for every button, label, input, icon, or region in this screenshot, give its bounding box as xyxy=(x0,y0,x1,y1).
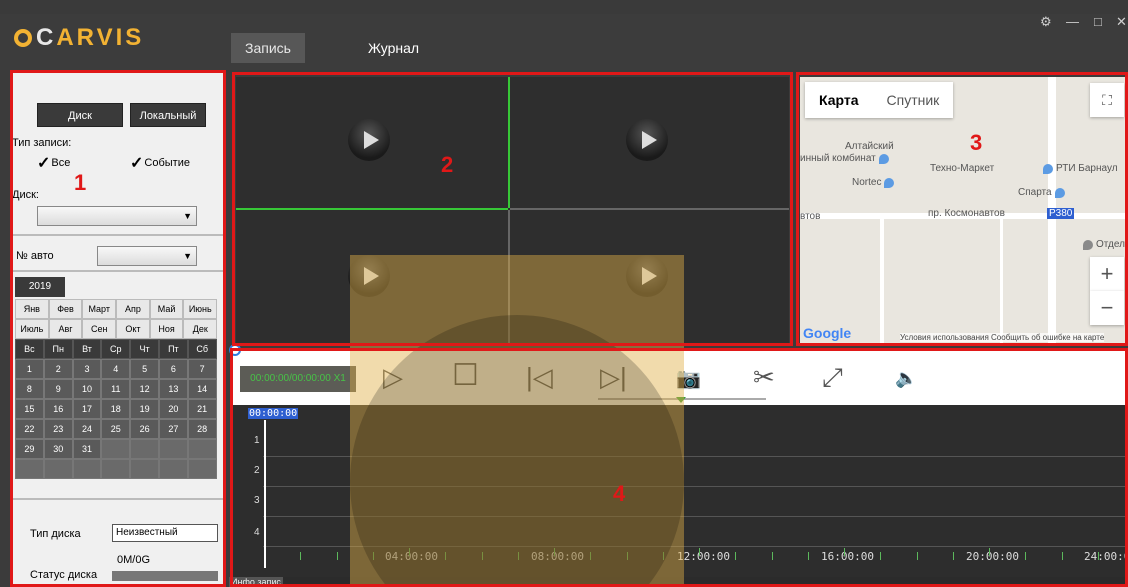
logo-letters: ARVIS xyxy=(56,24,145,51)
annotation-box-2 xyxy=(232,72,793,346)
annotation-label-1: 1 xyxy=(74,170,87,195)
header-bar xyxy=(0,14,1128,70)
annotation-box-4 xyxy=(230,348,1128,587)
annotation-label-2: 2 xyxy=(441,152,454,177)
app-window: CARVIS Запись Журнал ⚙ — □ ✕ Диск Локаль… xyxy=(0,0,1128,587)
tab-record[interactable]: Запись xyxy=(231,33,305,63)
logo-letter-c: C xyxy=(36,24,57,51)
settings-icon[interactable]: ⚙ xyxy=(1040,14,1052,30)
annotation-box-3 xyxy=(796,72,1128,346)
logo-text: CARVIS xyxy=(36,24,144,52)
logo-mark xyxy=(14,29,32,47)
close-icon[interactable]: ✕ xyxy=(1116,14,1127,30)
annotation-label-3: 3 xyxy=(970,130,983,155)
logo: CARVIS xyxy=(14,24,144,52)
annotation-box-1 xyxy=(10,70,226,587)
tab-journal[interactable]: Журнал xyxy=(354,33,433,63)
title-strip xyxy=(0,0,1128,14)
minimize-icon[interactable]: — xyxy=(1066,14,1079,29)
maximize-icon[interactable]: □ xyxy=(1094,14,1102,29)
annotation-label-4: 4 xyxy=(613,481,626,506)
